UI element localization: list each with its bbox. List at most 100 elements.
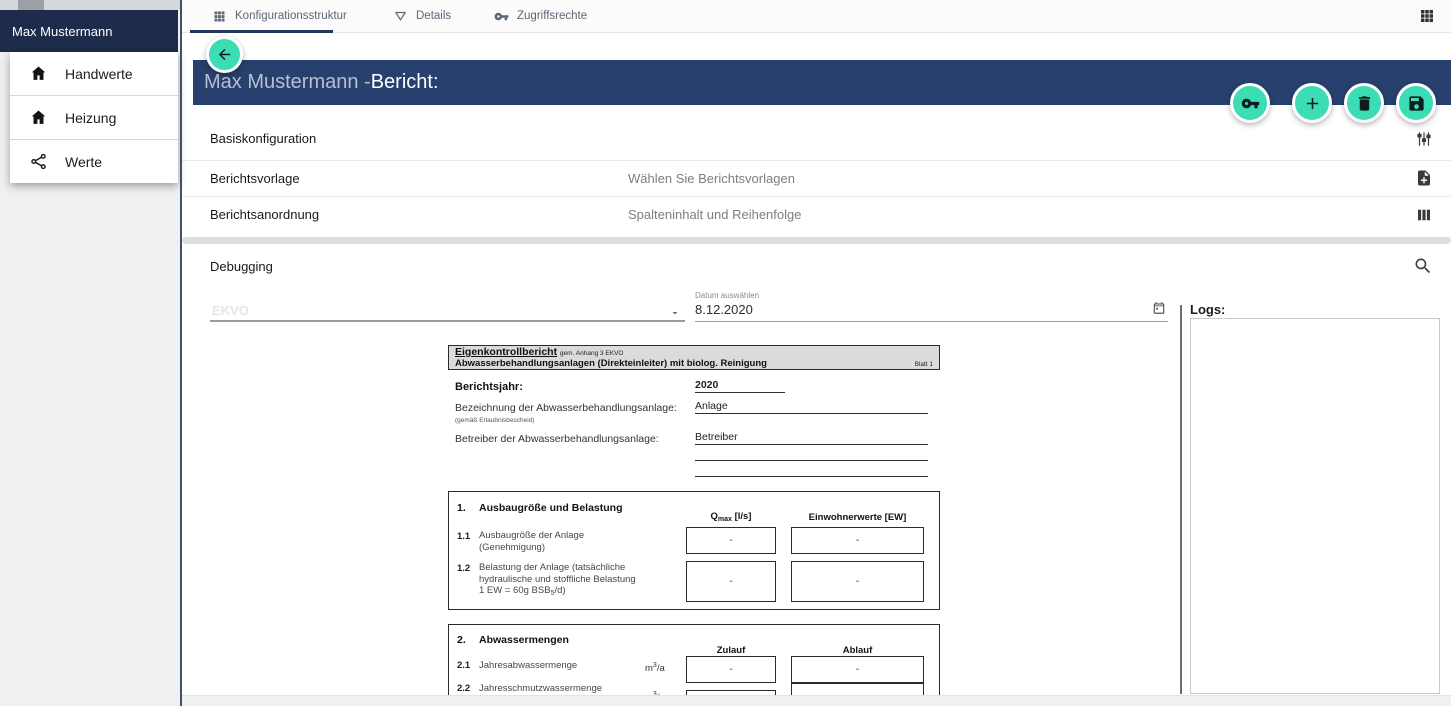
top-strip: [0, 0, 180, 10]
report-empty-line: [695, 464, 928, 477]
columns-icon[interactable]: [1415, 206, 1433, 224]
report-subtitle: Abwasserbehandlungsanlagen (Direkteinlei…: [455, 359, 767, 369]
report-section-1: 1. Ausbaugröße und Belastung Qmax [l/s] …: [448, 491, 940, 610]
section-separator: [182, 237, 1451, 244]
row-label: Ausbaugröße der Anlage (Genehmigung): [479, 530, 584, 553]
column-header-qmax: Qmax [l/s]: [686, 511, 776, 523]
config-row-value: Wählen Sie Berichtsvorlagen: [628, 171, 795, 186]
share-icon: [29, 152, 48, 171]
row-label: Jahresschmutzwassermenge: [479, 683, 602, 695]
key-icon: [1241, 94, 1260, 113]
row-number: 1.1: [457, 531, 470, 542]
debug-select[interactable]: EKVO: [210, 300, 685, 322]
home-icon: [29, 64, 48, 83]
tab-konfigurationsstruktur[interactable]: Konfigurationsstruktur: [212, 0, 347, 32]
column-header-einwohnerwerte: Einwohnerwerte [EW]: [791, 512, 924, 523]
report-plant-name-value: Anlage: [695, 400, 928, 414]
grid-icon: [212, 9, 227, 24]
section-title: Abwassermengen: [479, 634, 569, 646]
config-row-value: Spalteninhalt und Reihenfolge: [628, 207, 801, 222]
active-tab-underline: [190, 30, 333, 33]
logs-label: Logs:: [1190, 302, 1225, 317]
sliders-icon[interactable]: [1415, 130, 1433, 148]
report-title-note: gem. Anhang 3 EKVO: [560, 350, 624, 357]
chevron-down-icon: [669, 306, 681, 318]
report-header-box: Eigenkontrollbericht gem. Anhang 3 EKVO …: [448, 345, 940, 370]
column-header-zulauf: Zulauf: [686, 645, 776, 656]
sidebar-item-handwerte[interactable]: Handwerte: [10, 52, 178, 95]
config-row-label: Berichtsanordnung: [210, 207, 319, 222]
logs-textarea[interactable]: [1190, 318, 1440, 694]
bottom-band: [182, 695, 1451, 706]
debug-select-value: EKVO: [212, 303, 249, 318]
tab-details[interactable]: Details: [393, 0, 451, 32]
config-row-label: Basiskonfiguration: [210, 131, 316, 146]
column-header-ablauf: Ablauf: [791, 645, 924, 656]
save-button[interactable]: [1396, 83, 1436, 123]
row-unit: m3/a: [645, 662, 665, 674]
add-button[interactable]: [1292, 83, 1332, 123]
debugging-title: Debugging: [210, 259, 273, 274]
tab-bar: Konfigurationsstruktur Details Zugriffsr…: [182, 0, 1451, 33]
sidebar-item-label: Werte: [65, 154, 102, 170]
value-cell: -: [791, 561, 924, 602]
value-cell: -: [686, 561, 776, 602]
date-picker-value: 8.12.2020: [695, 302, 753, 317]
config-row-label: Berichtsvorlage: [210, 171, 300, 186]
tab-zugriffsrechte[interactable]: Zugriffsrechte: [494, 0, 587, 32]
search-icon[interactable]: [1413, 256, 1433, 276]
app-root: Max Mustermann Handwerte Heizung Werte K…: [0, 0, 1451, 706]
value-cell: -: [686, 527, 776, 554]
delete-button[interactable]: [1344, 83, 1384, 123]
row-number: 2.2: [457, 683, 470, 694]
tab-label: Details: [416, 10, 451, 22]
section-title: Ausbaugröße und Belastung: [479, 502, 623, 514]
user-banner-label: Max Mustermann: [12, 24, 112, 39]
access-rights-button[interactable]: [1230, 83, 1270, 123]
save-icon: [1407, 94, 1426, 113]
report-fields: Berichtsjahr: 2020 Bezeichnung der Abwas…: [448, 378, 940, 484]
user-banner[interactable]: Max Mustermann: [0, 10, 178, 52]
tab-label: Zugriffsrechte: [517, 10, 587, 22]
report-plant-name-note: (gemäß Erlaubnisbescheid): [455, 417, 534, 424]
report-plant-name-label: Bezeichnung der Abwasserbehandlungsanlag…: [455, 402, 677, 414]
plus-icon: [1303, 94, 1322, 113]
date-picker-label: Datum auswählen: [695, 291, 759, 300]
back-button[interactable]: [206, 36, 243, 73]
config-row-berichtsvorlage[interactable]: Berichtsvorlage Wählen Sie Berichtsvorla…: [182, 160, 1451, 196]
value-cell: -: [791, 527, 924, 554]
row-number: 1.2: [457, 563, 470, 574]
report-year-value: 2020: [695, 379, 785, 393]
tab-label: Konfigurationsstruktur: [235, 10, 347, 22]
apps-icon[interactable]: [1418, 7, 1436, 25]
row-number: 2.1: [457, 660, 470, 671]
sidebar-item-label: Handwerte: [65, 66, 133, 82]
report-year-label: Berichtsjahr:: [455, 381, 523, 393]
sidebar-item-heizung[interactable]: Heizung: [10, 95, 178, 139]
calendar-icon[interactable]: [1152, 301, 1166, 315]
top-strip-block: [18, 0, 44, 10]
section-number: 2.: [457, 634, 466, 646]
key-icon: [494, 9, 509, 24]
date-picker-field[interactable]: Datum auswählen 8.12.2020: [695, 288, 1168, 322]
row-label: Belastung der Anlage (tatsächliche hydra…: [479, 562, 636, 600]
report-operator-label: Betreiber der Abwasserbehandlungsanlage:: [455, 433, 659, 445]
main-area: Konfigurationsstruktur Details Zugriffsr…: [182, 0, 1451, 706]
value-cell: -: [686, 656, 776, 683]
value-cell: -: [791, 656, 924, 683]
trash-icon: [1355, 94, 1374, 113]
sidebar-menu: Handwerte Heizung Werte: [10, 52, 178, 183]
config-row-berichtsanordnung[interactable]: Berichtsanordnung Spalteninhalt und Reih…: [182, 196, 1451, 232]
arrow-left-icon: [216, 46, 233, 63]
note-add-icon[interactable]: [1415, 169, 1433, 187]
page-title-prefix: Max Mustermann -: [204, 71, 371, 94]
logs-panel-divider: [1180, 305, 1182, 694]
page-title: Bericht:: [371, 71, 439, 94]
filter-icon: [393, 9, 408, 24]
sidebar-divider: [180, 0, 182, 706]
report-operator-value: Betreiber: [695, 431, 928, 445]
sidebar-item-label: Heizung: [65, 110, 116, 126]
sidebar-item-werte[interactable]: Werte: [10, 139, 178, 183]
section-number: 1.: [457, 502, 466, 514]
home-icon: [29, 108, 48, 127]
